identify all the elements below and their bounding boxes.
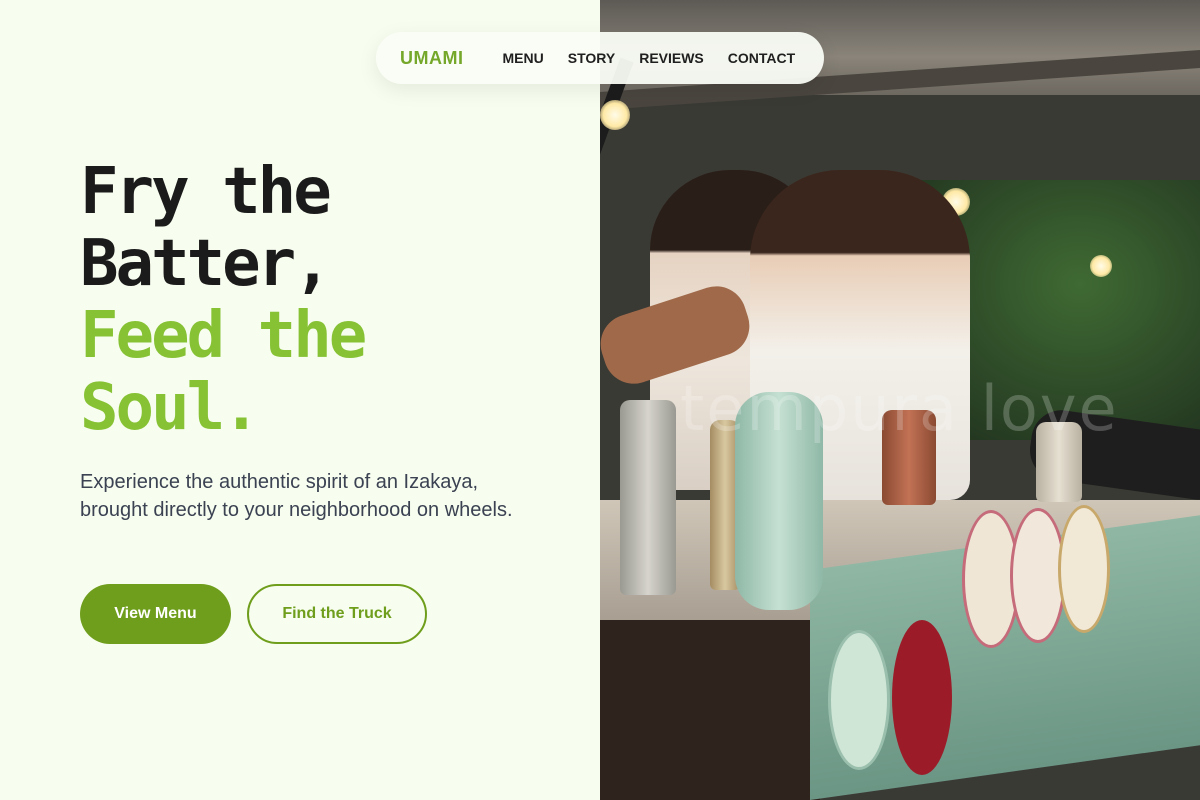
brand-logo[interactable]: UMAMI [400,48,464,69]
hero-headline: Fry the Batter, Feed the Soul. [80,155,367,445]
top-navigation: UMAMI MENU STORY REVIEWS CONTACT [376,32,824,84]
hero-panel: Fry the Batter, Feed the Soul. Experienc… [0,0,600,800]
nav-link-menu[interactable]: MENU [503,50,544,66]
photo-watermark: tempura love [680,372,1119,445]
view-menu-button[interactable]: View Menu [80,584,231,644]
headline-line-2: Batter, [80,227,332,301]
headline-line-1: Fry the [80,155,332,229]
headline-line-3: Feed the [80,299,367,373]
hero-subtitle: Experience the authentic spirit of an Iz… [80,471,513,521]
headline-line-4: Soul. [80,371,261,445]
find-truck-button[interactable]: Find the Truck [247,584,427,644]
hero-photo: tempura love [600,0,1200,800]
nav-link-story[interactable]: STORY [568,50,615,66]
nav-link-reviews[interactable]: REVIEWS [639,50,704,66]
nav-link-contact[interactable]: CONTACT [728,50,795,66]
